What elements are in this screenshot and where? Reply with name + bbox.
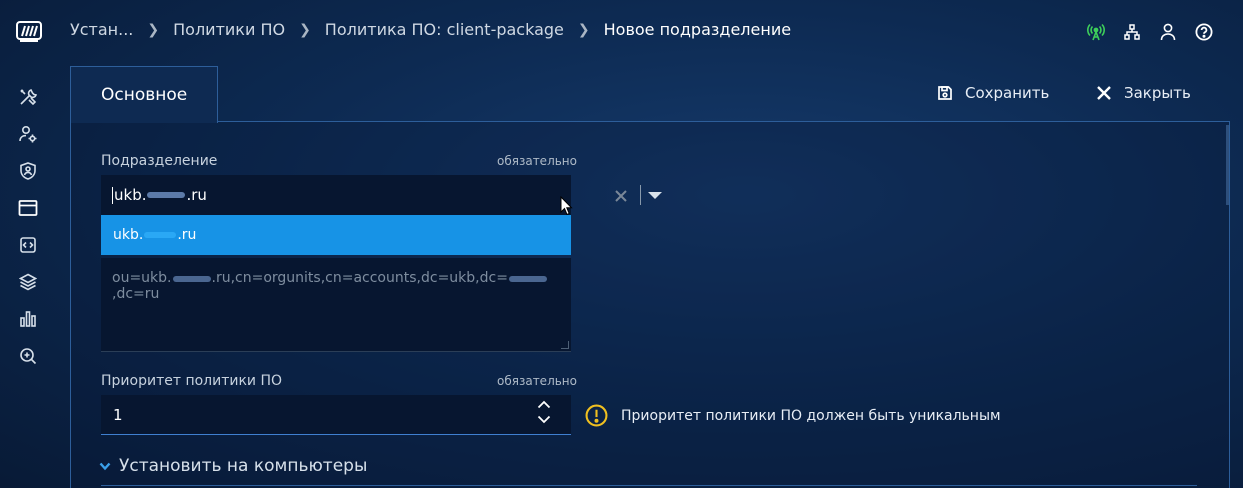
stepper-up-icon[interactable] [537,400,551,409]
search-icon [20,347,37,364]
stepper-down-icon[interactable] [537,415,551,424]
layers-icon [19,273,37,290]
save-button[interactable]: Сохранить [937,84,1049,102]
priority-stepper [537,400,551,424]
bar-chart-icon [20,310,36,327]
install-section-toggle[interactable]: Установить на компьютеры [99,456,367,476]
panel-scrollbar[interactable] [1226,125,1229,205]
redacted-text [172,276,211,282]
hierarchy-icon[interactable] [1123,21,1141,43]
department-label: Подразделение [101,153,218,169]
breadcrumb-item-policy-client-package[interactable]: Политика ПО: client-package [325,20,564,39]
help-icon[interactable] [1195,21,1213,43]
redacted-text [144,232,177,238]
install-section-title: Установить на компьютеры [119,456,368,476]
sidebar-item-card[interactable] [0,189,56,226]
breadcrumb: Устан... ❯ Политики ПО ❯ Политика ПО: cl… [70,20,791,39]
department-required-label: обязательно [497,154,577,168]
sidebar-item-code[interactable] [0,226,56,263]
app-logo-icon[interactable] [16,20,42,44]
close-button-label: Закрыть [1124,84,1191,102]
sidebar-item-user-settings[interactable] [0,115,56,152]
save-button-label: Сохранить [965,84,1050,102]
priority-label: Приоритет политики ПО [101,373,283,389]
chevron-down-icon [99,462,111,470]
breadcrumb-current: Новое подразделение [603,20,792,39]
chevron-right-icon: ❯ [299,21,311,38]
sidebar-item-user-shield[interactable] [0,152,56,189]
chevron-right-icon: ❯ [147,21,160,38]
priority-value: 1 [113,405,123,424]
redacted-text [508,276,547,282]
dropdown-arrow-icon[interactable] [648,192,662,199]
sidebar-item-tools[interactable] [0,78,56,115]
section-divider [101,485,1197,486]
mouse-cursor-icon [560,196,573,216]
top-bar: Устан... ❯ Политики ПО ❯ Политика ПО: cl… [0,0,1243,64]
sidebar-item-search[interactable] [0,337,56,374]
priority-warning-text: Приоритет политики ПО должен быть уникал… [621,407,1001,424]
tab-main[interactable]: Основное [70,66,218,123]
department-option[interactable]: ukb. .ru [101,215,571,255]
warning-icon [585,404,608,427]
close-button[interactable]: Закрыть [1096,84,1191,102]
user-icon[interactable] [1159,21,1177,43]
text-caret [112,186,113,204]
clear-icon[interactable] [615,187,627,206]
save-icon [938,86,952,100]
card-icon [18,199,38,216]
tools-icon [20,88,37,105]
network-status-icon[interactable] [1087,21,1105,43]
user-shield-icon [20,161,36,180]
close-icon [1097,86,1111,100]
select-divider [640,185,641,205]
dn-textarea[interactable]: ou=ukb. .ru,cn=orgunits,cn=accounts,dc=uk… [101,258,571,352]
department-select-value[interactable]: ukb. .ru [112,186,207,204]
priority-input[interactable]: 1 [101,395,571,435]
sidebar-item-layers[interactable] [0,263,56,300]
priority-warning: Приоритет политики ПО должен быть уникал… [585,404,1001,427]
top-icons [1087,21,1213,43]
chevron-right-icon: ❯ [577,21,590,38]
priority-required-label: обязательно [497,374,577,388]
redacted-text [147,192,186,198]
sidebar-item-reports[interactable] [0,300,56,337]
sidebar [0,78,56,374]
breadcrumb-item-software-policies[interactable]: Политики ПО [173,20,285,39]
code-icon [20,236,36,253]
resize-handle[interactable] [561,341,569,349]
department-select[interactable]: ukb. .ru [101,175,662,215]
breadcrumb-item-install[interactable]: Устан... [70,20,133,39]
user-settings-icon [19,125,37,142]
